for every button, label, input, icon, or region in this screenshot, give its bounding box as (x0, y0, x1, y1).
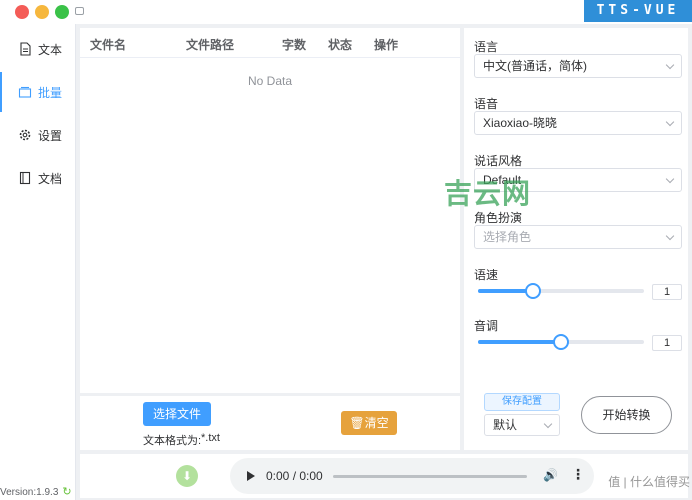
chevron-down-icon (543, 419, 553, 429)
sidebar-item-text[interactable]: 文本 (0, 29, 76, 69)
app-brand: TTS-VUE (584, 0, 692, 22)
start-convert-button[interactable]: 开始转换 (581, 396, 672, 434)
trash-icon: 🗑 (349, 416, 365, 430)
play-icon[interactable] (247, 471, 255, 481)
config-panel: 语言 中文(普通话，简体) 语音 Xiaoxiao-晓晓 说话风格 Defaul… (464, 28, 688, 450)
playback-progress-bar[interactable] (333, 475, 527, 478)
version-label: Version:1.9.3 (0, 487, 59, 498)
language-select[interactable]: 中文(普通话，简体) (474, 54, 682, 78)
volume-icon[interactable]: 🔊 (543, 468, 558, 482)
rate-slider[interactable] (478, 283, 644, 299)
save-config-button[interactable]: 保存配置 (484, 393, 560, 411)
sidebar-item-label: 文本 (38, 42, 63, 57)
download-button[interactable]: ⬇ (176, 465, 198, 487)
sidebar-item-label: 批量 (38, 85, 63, 100)
file-actions: 选择文件 文本格式为: *.txt 🗑清空 (80, 396, 460, 450)
voice-label: 语音 (474, 97, 499, 111)
clear-button[interactable]: 🗑清空 (341, 411, 397, 435)
title-bar: TTS-VUE (0, 0, 692, 24)
audio-player: 0:00 / 0:00 🔊 ⋮ (230, 458, 594, 494)
column-header-status: 状态 (328, 38, 353, 52)
sidebar-item-batch[interactable]: 批量 (0, 72, 76, 112)
select-file-button[interactable]: 选择文件 (143, 402, 211, 426)
table-header-divider (80, 57, 460, 58)
book-icon (19, 171, 31, 185)
sidebar-item-settings[interactable]: 设置 (0, 115, 76, 155)
pitch-slider[interactable] (478, 334, 644, 350)
chevron-down-icon (665, 60, 675, 70)
voice-value: Xiaoxiao-晓晓 (483, 116, 558, 130)
sidebar-item-label: 文档 (38, 171, 63, 186)
minimize-window-button[interactable] (35, 5, 49, 19)
watermark: 吉云网 (444, 178, 532, 209)
pin-icon[interactable] (75, 7, 84, 15)
sidebar-item-label: 设置 (38, 128, 63, 143)
format-label: 文本格式为: (143, 435, 202, 447)
chevron-down-icon (665, 117, 675, 127)
playback-time: 0:00 / 0:00 (266, 469, 323, 483)
preset-select[interactable]: 默认 (484, 414, 560, 436)
style-label: 说话风格 (474, 154, 523, 168)
role-placeholder: 选择角色 (483, 230, 532, 244)
column-header-wordcount: 字数 (282, 38, 307, 52)
language-label: 语言 (474, 40, 499, 54)
pitch-slider-handle[interactable] (553, 334, 569, 350)
folder-icon (18, 86, 32, 98)
column-header-filepath: 文件路径 (186, 38, 235, 52)
empty-table-text: No Data (247, 74, 293, 88)
sidebar: 文本 批量 设置 文档 Version:1.9.3 ↻ (0, 24, 76, 500)
file-table: 文件名 文件路径 字数 状态 操作 No Data (80, 28, 460, 393)
more-options-icon[interactable]: ⋮ (571, 466, 585, 483)
clear-label: 清空 (364, 416, 389, 430)
pitch-label: 音调 (474, 319, 499, 333)
corner-watermark: 值 | 什么值得买 (608, 475, 690, 489)
preset-value: 默认 (493, 418, 518, 432)
rate-label: 语速 (474, 268, 499, 282)
pitch-slider-fill (478, 340, 561, 344)
close-window-button[interactable] (15, 5, 29, 19)
maximize-window-button[interactable] (55, 5, 69, 19)
role-select[interactable]: 选择角色 (474, 225, 682, 249)
pitch-input[interactable]: 1 (652, 335, 682, 351)
chevron-down-icon (665, 231, 675, 241)
column-header-filename: 文件名 (90, 38, 127, 52)
language-value: 中文(普通话，简体) (483, 59, 587, 73)
refresh-icon[interactable]: ↻ (62, 486, 71, 498)
download-icon: ⬇ (181, 469, 193, 483)
document-icon (20, 42, 31, 56)
column-header-actions: 操作 (374, 38, 399, 52)
gear-icon (19, 129, 31, 141)
chevron-down-icon (665, 174, 675, 184)
rate-slider-handle[interactable] (524, 283, 541, 299)
version-info: Version:1.9.3 ↻ (0, 485, 72, 498)
format-value: *.txt (201, 432, 220, 444)
sidebar-item-docs[interactable]: 文档 (0, 158, 76, 198)
rate-input[interactable]: 1 (652, 284, 682, 300)
player-bar: ⬇ 0:00 / 0:00 🔊 ⋮ (80, 454, 688, 498)
voice-select[interactable]: Xiaoxiao-晓晓 (474, 111, 682, 135)
